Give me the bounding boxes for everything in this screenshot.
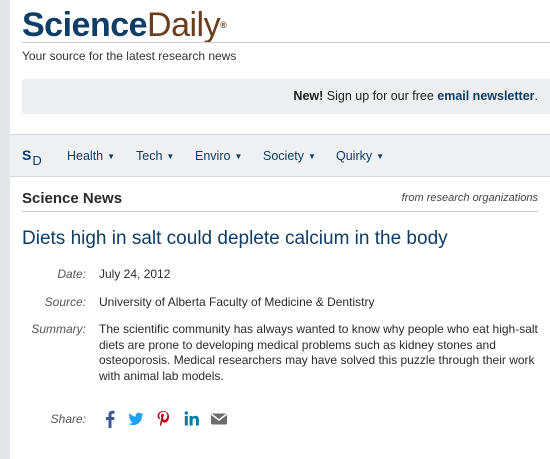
logo-daily-text: Daily — [147, 6, 221, 44]
site-header: ScienceDaily® Your source for the latest… — [22, 8, 550, 63]
nav-item-health[interactable]: Health ▼ — [67, 149, 115, 163]
newsletter-period: . — [534, 89, 538, 103]
chevron-down-icon: ▼ — [376, 152, 385, 161]
chevron-down-icon: ▼ — [308, 152, 316, 161]
email-icon[interactable] — [210, 410, 228, 428]
section-title: Science News — [22, 190, 123, 207]
nav-item-enviro[interactable]: Enviro ▼ — [195, 149, 242, 163]
email-newsletter-link[interactable]: email newsletter — [437, 89, 534, 103]
date-label: Date: — [57, 267, 86, 281]
newsletter-bar: New! Sign up for our free email newslett… — [22, 79, 550, 114]
article-headline: Diets high in salt could deplete calcium… — [22, 228, 448, 249]
main-nav: SD Health ▼ Tech ▼ Enviro ▼ Society ▼ Quirky… — [10, 134, 550, 177]
nav-item-label: Health — [67, 149, 104, 163]
logo-science-text: Science — [22, 6, 148, 44]
linkedin-icon[interactable] — [184, 410, 199, 428]
nav-item-label: Tech — [136, 149, 163, 163]
article-date: July 24, 2012 — [99, 267, 171, 281]
nav-item-tech[interactable]: Tech ▼ — [136, 149, 174, 163]
summary-label: Summary: — [31, 322, 86, 336]
chevron-down-icon: ▼ — [166, 152, 175, 161]
chevron-down-icon: ▼ — [107, 152, 116, 161]
section-subtitle: from research organizations — [401, 192, 538, 204]
nav-item-society[interactable]: Society ▼ — [263, 149, 316, 163]
facebook-icon[interactable] — [105, 410, 115, 428]
section-header: Science News from research organizations — [22, 188, 538, 212]
header-divider — [22, 42, 550, 43]
nav-item-label: Quirky — [336, 149, 373, 163]
chevron-down-icon: ▼ — [234, 152, 243, 161]
article-summary: The scientific community has always want… — [99, 322, 538, 383]
left-rail — [0, 0, 10, 459]
nav-logo-d: D — [32, 153, 42, 168]
newsletter-text: Sign up for our free — [323, 89, 438, 103]
article-source: University of Alberta Faculty of Medicin… — [99, 295, 375, 309]
nav-item-label: Society — [263, 149, 304, 163]
sciencedaily-logo[interactable]: ScienceDaily® — [22, 8, 550, 42]
twitter-icon[interactable] — [128, 410, 144, 428]
tagline: Your source for the latest research news — [22, 49, 237, 63]
nav-item-quirky[interactable]: Quirky ▼ — [336, 149, 384, 163]
newsletter-promo: New! Sign up for our free email newslett… — [293, 89, 538, 103]
logo-registered-mark: ® — [220, 20, 227, 30]
nav-home-logo[interactable]: SD — [22, 147, 42, 168]
nav-logo-s: S — [22, 147, 32, 163]
source-label: Source: — [44, 295, 86, 309]
pinterest-icon[interactable] — [156, 410, 170, 428]
newsletter-new-label: New! — [293, 89, 324, 103]
share-label: Share: — [50, 412, 86, 426]
nav-item-label: Enviro — [195, 149, 231, 163]
